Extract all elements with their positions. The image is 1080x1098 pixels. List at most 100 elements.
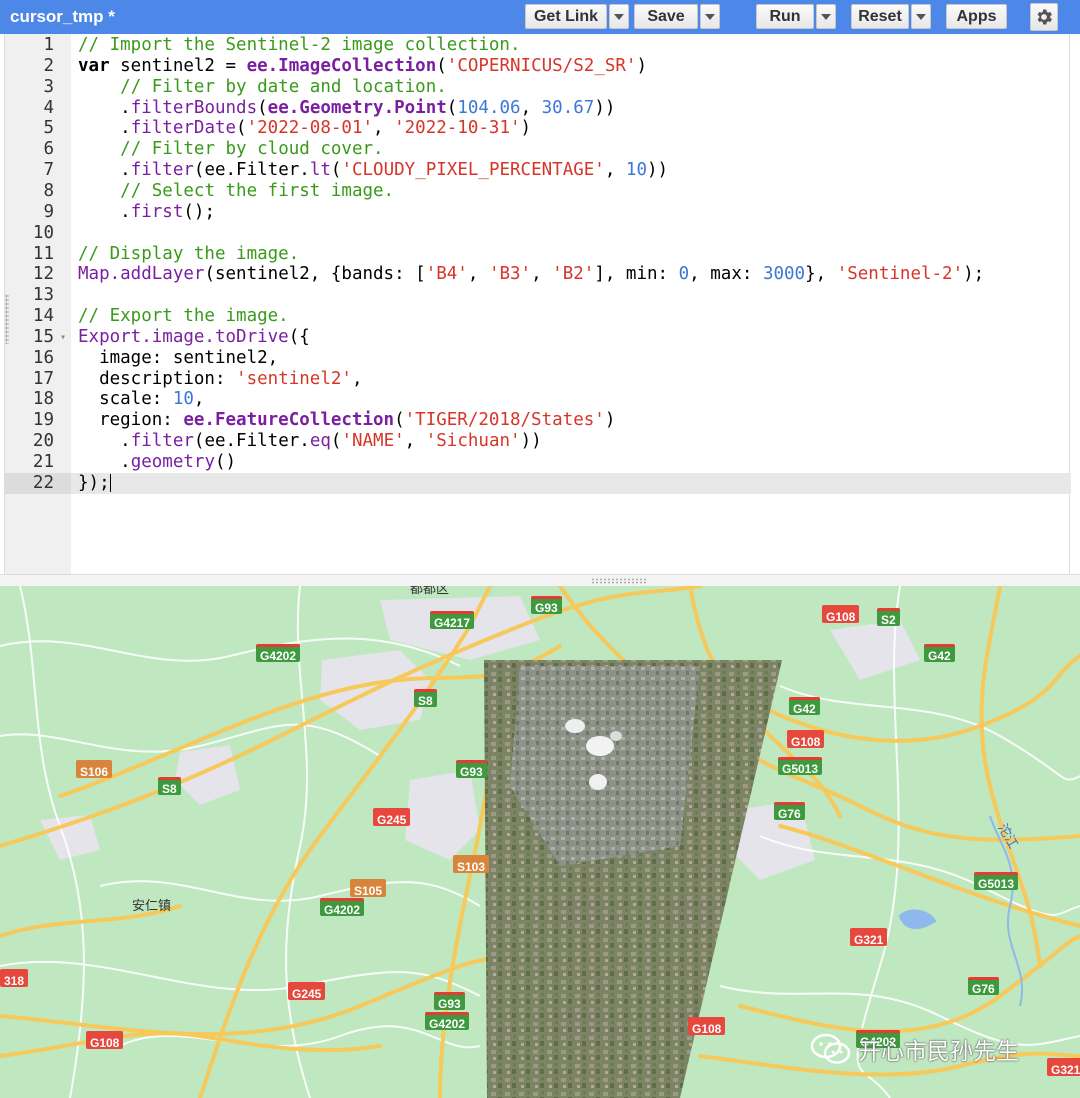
line-number-text: 10 (32, 222, 54, 243)
code-line[interactable]: 7 .filter(ee.Filter.lt('CLOUDY_PIXEL_PER… (5, 160, 1071, 182)
code-token: ( (330, 160, 342, 181)
road-shield: G76 (774, 802, 805, 821)
code-line[interactable]: 15 ▾ Export.image.toDrive({ (5, 326, 1071, 348)
code-line[interactable]: 12 Map.addLayer(sentinel2, {bands: ['B4',… (5, 264, 1071, 286)
code-token: ) (636, 55, 647, 76)
code-editor[interactable]: 1 // Import the Sentinel-2 image collecti… (4, 34, 1071, 574)
toolbar: cursor_tmp * Get Link Save Run Reset App… (0, 0, 1080, 34)
road-shield: G42 (789, 697, 820, 716)
code-line[interactable]: 1 // Import the Sentinel-2 image collecti… (5, 35, 1071, 56)
code-token: filterBounds (130, 97, 258, 118)
road-shield: G93 (434, 992, 465, 1011)
road-shield: G5013 (778, 757, 823, 776)
code-token: '2022-10-31' (394, 118, 521, 139)
road-shield: G4217 (430, 611, 475, 630)
road-shield: G93 (456, 760, 487, 779)
panel-splitter[interactable] (0, 574, 1080, 586)
code-text: // Filter by cloud cover. (71, 139, 1071, 160)
line-number-text: 20 (32, 431, 54, 452)
code-token: , (404, 431, 426, 452)
apps-button[interactable]: Apps (946, 4, 1007, 29)
road-shield: G245 (288, 982, 326, 1001)
save-dropdown[interactable] (700, 4, 720, 29)
road-shield: G93 (531, 596, 562, 615)
get-link-group: Get Link (525, 4, 629, 29)
code-line[interactable]: 9 .first(); (5, 201, 1071, 223)
line-number: 10 (5, 222, 71, 244)
code-token: filterDate (130, 118, 237, 139)
code-text: .filterBounds(ee.Geometry.Point(104.06, … (71, 98, 1071, 119)
code-line[interactable]: 21 .geometry() (5, 452, 1071, 473)
code-line[interactable]: 11 // Display the image. (5, 243, 1071, 265)
code-line[interactable]: 2 var sentinel2 = ee.ImageCollection('COP… (5, 55, 1071, 77)
gear-icon (1037, 9, 1052, 25)
road-shield: S8 (158, 777, 181, 796)
code-token: 10 (625, 160, 647, 181)
line-number: 11 (5, 243, 71, 265)
code-token: 'Sichuan' (425, 431, 521, 452)
code-token: (ee.Filter. (193, 431, 310, 452)
reset-dropdown[interactable] (911, 4, 931, 29)
code-line[interactable]: 22}); (5, 472, 1071, 494)
code-token: , (467, 264, 489, 285)
code-token: ( (436, 55, 447, 76)
code-token: ], min: (594, 264, 679, 285)
code-token: filter (130, 160, 194, 181)
code-line[interactable]: 14 // Export the image. (5, 306, 1071, 328)
road-shield: G5013 (974, 872, 1019, 891)
code-line[interactable]: 16 image: sentinel2, (5, 347, 1071, 369)
code-token: region: (78, 410, 184, 431)
code-token: ); (963, 264, 985, 285)
apps-group: Apps (946, 4, 1007, 29)
code-text: Map.addLayer(sentinel2, {bands: ['B4', '… (71, 264, 1071, 285)
line-number: 16 (5, 347, 71, 369)
code-token: ) (604, 410, 616, 431)
settings-button[interactable] (1030, 3, 1058, 31)
code-token: ( (394, 410, 405, 431)
reset-button[interactable]: Reset (851, 4, 909, 29)
run-button[interactable]: Run (756, 4, 814, 29)
code-line[interactable]: 8 // Select the first image. (5, 180, 1071, 202)
save-button[interactable]: Save (634, 4, 698, 29)
code-line[interactable]: 18 scale: 10, (5, 389, 1071, 411)
code-token: , (520, 97, 542, 118)
code-line[interactable]: 17 description: 'sentinel2', (5, 368, 1071, 390)
code-line[interactable]: 13 (5, 285, 1071, 307)
code-token: geometry (130, 452, 215, 472)
road-shield: S2 (877, 608, 900, 627)
code-token: . (78, 452, 131, 472)
road-shield: G108 (787, 730, 825, 749)
code-line[interactable]: 20 .filter(ee.Filter.eq('NAME', 'Sichuan… (5, 431, 1071, 453)
road-shield: G108 (688, 1017, 726, 1036)
code-token: Map.addLayer (78, 264, 205, 285)
map-panel[interactable]: G93 G4217 G108 S2 G42 G4202 S8 G42 G108 S106 S8 G93… (0, 586, 1080, 1098)
code-text: .filter(ee.Filter.eq('NAME', 'Sichuan')) (71, 431, 1071, 452)
code-text: image: sentinel2, (71, 348, 1071, 369)
code-text: // Export the image. (71, 306, 1071, 327)
code-line[interactable]: 10 (5, 222, 1071, 244)
code-token: ee.Geometry.Point (267, 97, 447, 118)
code-line[interactable]: 3 // Filter by date and location. (5, 76, 1071, 98)
code-token: }); (78, 472, 110, 493)
editor-resize-handle[interactable] (5, 294, 9, 344)
code-line[interactable]: 5 .filterDate('2022-08-01', '2022-10-31'… (5, 118, 1071, 140)
line-number: 14 (5, 306, 71, 328)
get-link-button[interactable]: Get Link (525, 4, 607, 29)
run-dropdown[interactable] (816, 4, 836, 29)
code-line[interactable]: 4 .filterBounds(ee.Geometry.Point(104.06… (5, 97, 1071, 119)
watermark: 开心市民孙先生 (810, 1032, 1019, 1066)
text-cursor (109, 473, 111, 492)
code-text: Export.image.toDrive({ (71, 327, 1071, 348)
code-token: first (130, 201, 184, 222)
code-token: 10 (172, 389, 194, 410)
fold-toggle-icon[interactable]: ▾ (60, 327, 66, 348)
line-number-text: 3 (43, 76, 54, 97)
code-line[interactable]: 6 // Filter by cloud cover. (5, 139, 1071, 161)
line-number: 9 (5, 201, 71, 223)
code-token: 'COPERNICUS/S2_SR' (446, 55, 637, 76)
code-line[interactable]: 19 region: ee.FeatureCollection('TIGER/2… (5, 410, 1071, 432)
code-token: lt (309, 160, 331, 181)
line-number-text: 16 (32, 347, 54, 368)
code-token: // Filter by cloud cover. (120, 139, 384, 160)
get-link-dropdown[interactable] (609, 4, 629, 29)
